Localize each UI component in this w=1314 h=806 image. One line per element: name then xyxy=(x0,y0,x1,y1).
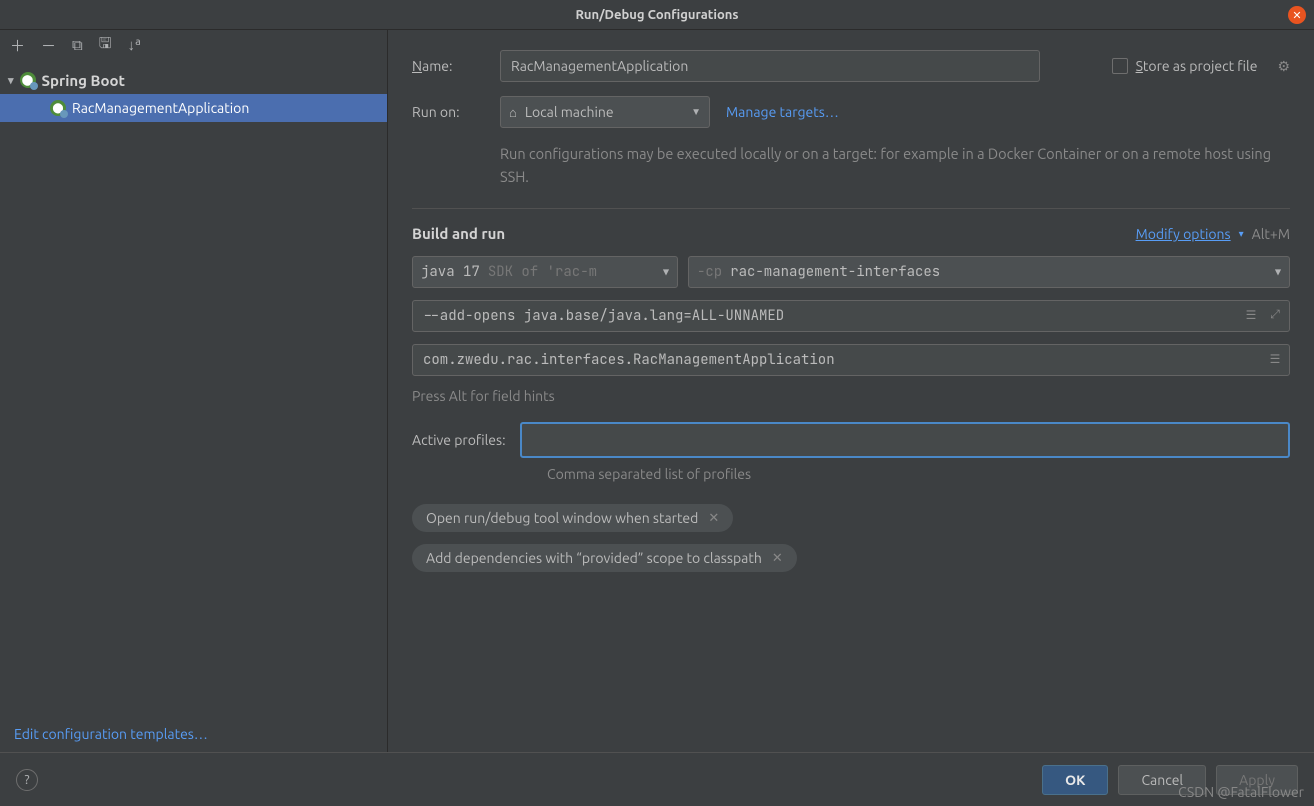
modify-options-link[interactable]: Modify options xyxy=(1136,226,1231,242)
separator xyxy=(412,208,1290,209)
cp-prefix: -cp xyxy=(697,263,722,281)
chevron-down-icon: ▾ xyxy=(8,74,14,87)
build-run-header: Build and run Modify options ▾ Alt+M xyxy=(412,225,1290,242)
build-run-title: Build and run xyxy=(412,225,505,242)
cancel-button[interactable]: Cancel xyxy=(1118,765,1206,795)
cp-value: rac-management-interfaces xyxy=(730,263,940,281)
vm-options-input[interactable] xyxy=(412,300,1290,332)
chevron-down-icon: ▼ xyxy=(691,106,701,118)
titlebar: Run/Debug Configurations ✕ xyxy=(0,0,1314,30)
help-icon[interactable]: ? xyxy=(16,769,38,791)
profiles-hint: Comma separated list of profiles xyxy=(547,466,1290,482)
close-icon[interactable]: ✕ xyxy=(1288,6,1306,24)
spring-boot-icon: ⬤ xyxy=(50,100,66,116)
close-icon[interactable]: ✕ xyxy=(708,511,719,526)
chevron-down-icon: ▼ xyxy=(663,266,669,279)
apply-button[interactable]: Apply xyxy=(1216,765,1298,795)
chip-label: Add dependencies with “provided” scope t… xyxy=(426,550,762,566)
main-class-wrap: ☰ xyxy=(412,344,1290,376)
config-tree: ▾ ⬤ Spring Boot ⬤ RacManagementApplicati… xyxy=(0,60,387,716)
ok-button[interactable]: OK xyxy=(1042,765,1108,795)
main-area: ＋ － ⧉ 🖫 ↓ª ▾ ⬤ Spring Boot ⬤ RacManageme… xyxy=(0,30,1314,752)
tree-child-label: RacManagementApplication xyxy=(72,100,249,116)
store-label: Store as project file xyxy=(1136,58,1258,74)
tree-root-label: Spring Boot xyxy=(42,72,125,89)
bottom-bar: ? OK Cancel Apply xyxy=(0,752,1314,806)
expand-icon[interactable]: ⤢ xyxy=(1266,306,1284,324)
manage-targets-link[interactable]: Manage targets xyxy=(726,104,840,120)
chip-label: Open run/debug tool window when started xyxy=(426,510,698,526)
main-class-input[interactable] xyxy=(412,344,1290,376)
jdk-hint: SDK of 'rac-m xyxy=(488,263,597,281)
jdk-cp-row: java 17 SDK of 'rac-m ▼ -cp rac-manageme… xyxy=(412,256,1290,288)
sidebar: ＋ － ⧉ 🖫 ↓ª ▾ ⬤ Spring Boot ⬤ RacManageme… xyxy=(0,30,388,752)
runon-row: Run on: ⌂ Local machine ▼ Manage targets xyxy=(412,96,1290,128)
chevron-down-icon: ▾ xyxy=(1239,228,1244,240)
add-icon[interactable]: ＋ xyxy=(10,35,25,56)
store-checkbox[interactable]: Store as project file xyxy=(1112,58,1258,74)
chip-open-tool-window: Open run/debug tool window when started … xyxy=(412,504,733,532)
tree-root-spring-boot[interactable]: ▾ ⬤ Spring Boot xyxy=(0,66,387,94)
sidebar-toolbar: ＋ － ⧉ 🖫 ↓ª xyxy=(0,30,387,60)
profiles-label: Active profiles: xyxy=(412,432,506,448)
save-icon[interactable]: 🖫 xyxy=(99,33,112,58)
sort-icon[interactable]: ↓ª xyxy=(128,36,141,54)
runon-label: Run on: xyxy=(412,104,484,120)
name-input[interactable] xyxy=(500,50,1040,82)
classpath-dropdown[interactable]: -cp rac-management-interfaces ▼ xyxy=(688,256,1290,288)
chip-provided-scope: Add dependencies with “provided” scope t… xyxy=(412,544,797,572)
close-icon[interactable]: ✕ xyxy=(772,551,783,566)
spring-boot-icon: ⬤ xyxy=(20,72,36,88)
copy-icon[interactable]: ⧉ xyxy=(72,36,83,54)
chevron-down-icon: ▼ xyxy=(1275,266,1281,279)
modify-shortcut: Alt+M xyxy=(1252,226,1290,242)
vm-options-wrap: ☰ ⤢ xyxy=(412,300,1290,332)
name-row: Name: Store as project file ⚙ xyxy=(412,50,1290,82)
jdk-value: java 17 xyxy=(421,263,480,281)
history-icon[interactable]: ☰ xyxy=(1242,306,1260,324)
name-label: Name: xyxy=(412,58,484,74)
jdk-dropdown[interactable]: java 17 SDK of 'rac-m ▼ xyxy=(412,256,678,288)
content-panel: Name: Store as project file ⚙ Run on: ⌂ … xyxy=(388,30,1314,752)
edit-templates-link[interactable]: Edit configuration templates xyxy=(14,726,209,742)
checkbox-box xyxy=(1112,58,1128,74)
press-alt-hint: Press Alt for field hints xyxy=(412,388,1290,404)
runon-value: Local machine xyxy=(525,104,614,120)
gear-icon[interactable]: ⚙ xyxy=(1277,58,1290,75)
home-icon: ⌂ xyxy=(509,105,517,120)
sidebar-bottom: Edit configuration templates xyxy=(0,716,387,752)
tree-item-racmanagement[interactable]: ⬤ RacManagementApplication xyxy=(0,94,387,122)
runon-dropdown[interactable]: ⌂ Local machine ▼ xyxy=(500,96,710,128)
profiles-row: Active profiles: xyxy=(412,422,1290,458)
window-title: Run/Debug Configurations xyxy=(575,8,738,22)
profiles-input[interactable] xyxy=(520,422,1290,458)
runon-hint: Run configurations may be executed local… xyxy=(500,142,1290,188)
history-icon[interactable]: ☰ xyxy=(1266,350,1284,368)
remove-icon[interactable]: － xyxy=(41,35,56,56)
